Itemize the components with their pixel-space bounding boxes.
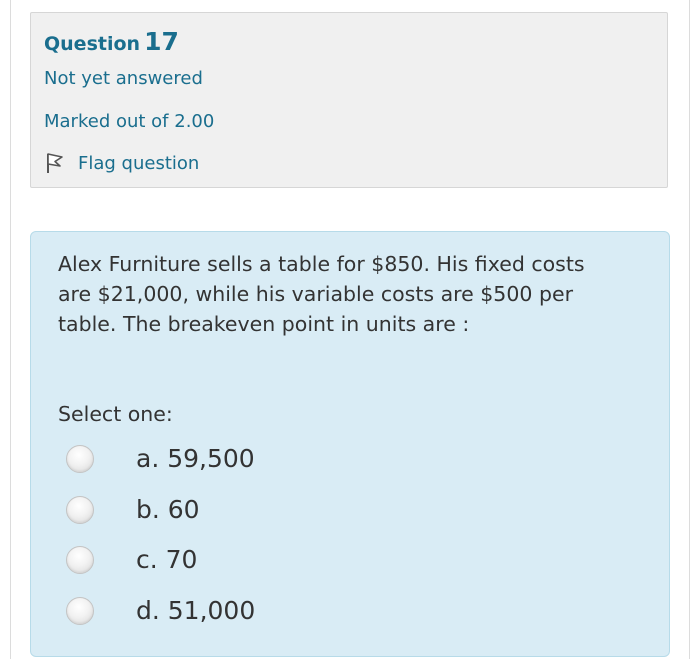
answer-option-label[interactable]: a. 59,500 (136, 442, 255, 476)
answer-option-d[interactable]: d. 51,000 (66, 594, 486, 628)
quiz-page: Question 17 Not yet answered Marked out o… (0, 0, 700, 659)
question-content-panel: Alex Furniture sells a table for $850. H… (30, 231, 670, 657)
question-heading: Question 17 (44, 27, 179, 56)
question-number: 17 (144, 27, 179, 56)
radio-button-b[interactable] (66, 496, 94, 524)
question-label: Question (44, 33, 141, 55)
flag-icon (47, 153, 63, 173)
answer-option-label[interactable]: b. 60 (136, 493, 200, 527)
answer-option-label[interactable]: d. 51,000 (136, 594, 255, 628)
answer-option-b[interactable]: b. 60 (66, 493, 486, 527)
question-text: Alex Furniture sells a table for $850. H… (58, 252, 585, 336)
answer-option-a[interactable]: a. 59,500 (66, 442, 486, 476)
radio-button-c[interactable] (66, 546, 94, 574)
page-left-border (10, 0, 11, 659)
answer-option-c[interactable]: c. 70 (66, 543, 486, 577)
question-grade: Marked out of 2.00 (44, 111, 215, 132)
select-one-prompt: Select one: (58, 402, 173, 426)
radio-button-d[interactable] (66, 597, 94, 625)
question-state: Not yet answered (44, 68, 203, 89)
radio-button-a[interactable] (66, 445, 94, 473)
answer-option-label[interactable]: c. 70 (136, 543, 197, 577)
question-info-panel: Question 17 Not yet answered Marked out o… (30, 12, 668, 188)
flag-question-label: Flag question (78, 152, 200, 174)
flag-question-button[interactable]: Flag question (44, 151, 199, 175)
page-right-border (689, 0, 690, 659)
